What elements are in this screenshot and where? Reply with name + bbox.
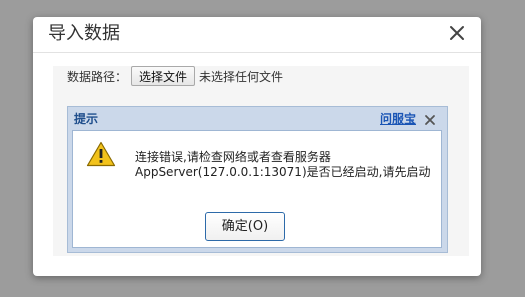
alert-message-line-2: AppServer(127.0.0.1:13071)是否已经启动,请先启动 bbox=[135, 165, 431, 179]
alert-message: 连接错误,请检查网络或者查看服务器 AppServer(127.0.0.1:13… bbox=[135, 150, 430, 180]
file-status: 未选择任何文件 bbox=[199, 70, 284, 84]
close-icon[interactable] bbox=[446, 22, 468, 44]
alert-title: 提示 bbox=[74, 112, 99, 126]
warning-icon bbox=[86, 141, 116, 167]
dialog-title: 导入数据 bbox=[48, 23, 120, 44]
help-link[interactable]: 问服宝 bbox=[380, 111, 416, 127]
ok-button[interactable]: 确定(O) bbox=[205, 212, 285, 241]
path-label: 数据路径： bbox=[67, 70, 128, 84]
choose-file-button[interactable]: 选择文件 bbox=[131, 66, 195, 86]
alert-message-line-1: 连接错误,请检查网络或者查看服务器 bbox=[135, 150, 331, 164]
dialog-header: 导入数据 bbox=[33, 17, 481, 53]
close-icon[interactable] bbox=[424, 111, 436, 125]
